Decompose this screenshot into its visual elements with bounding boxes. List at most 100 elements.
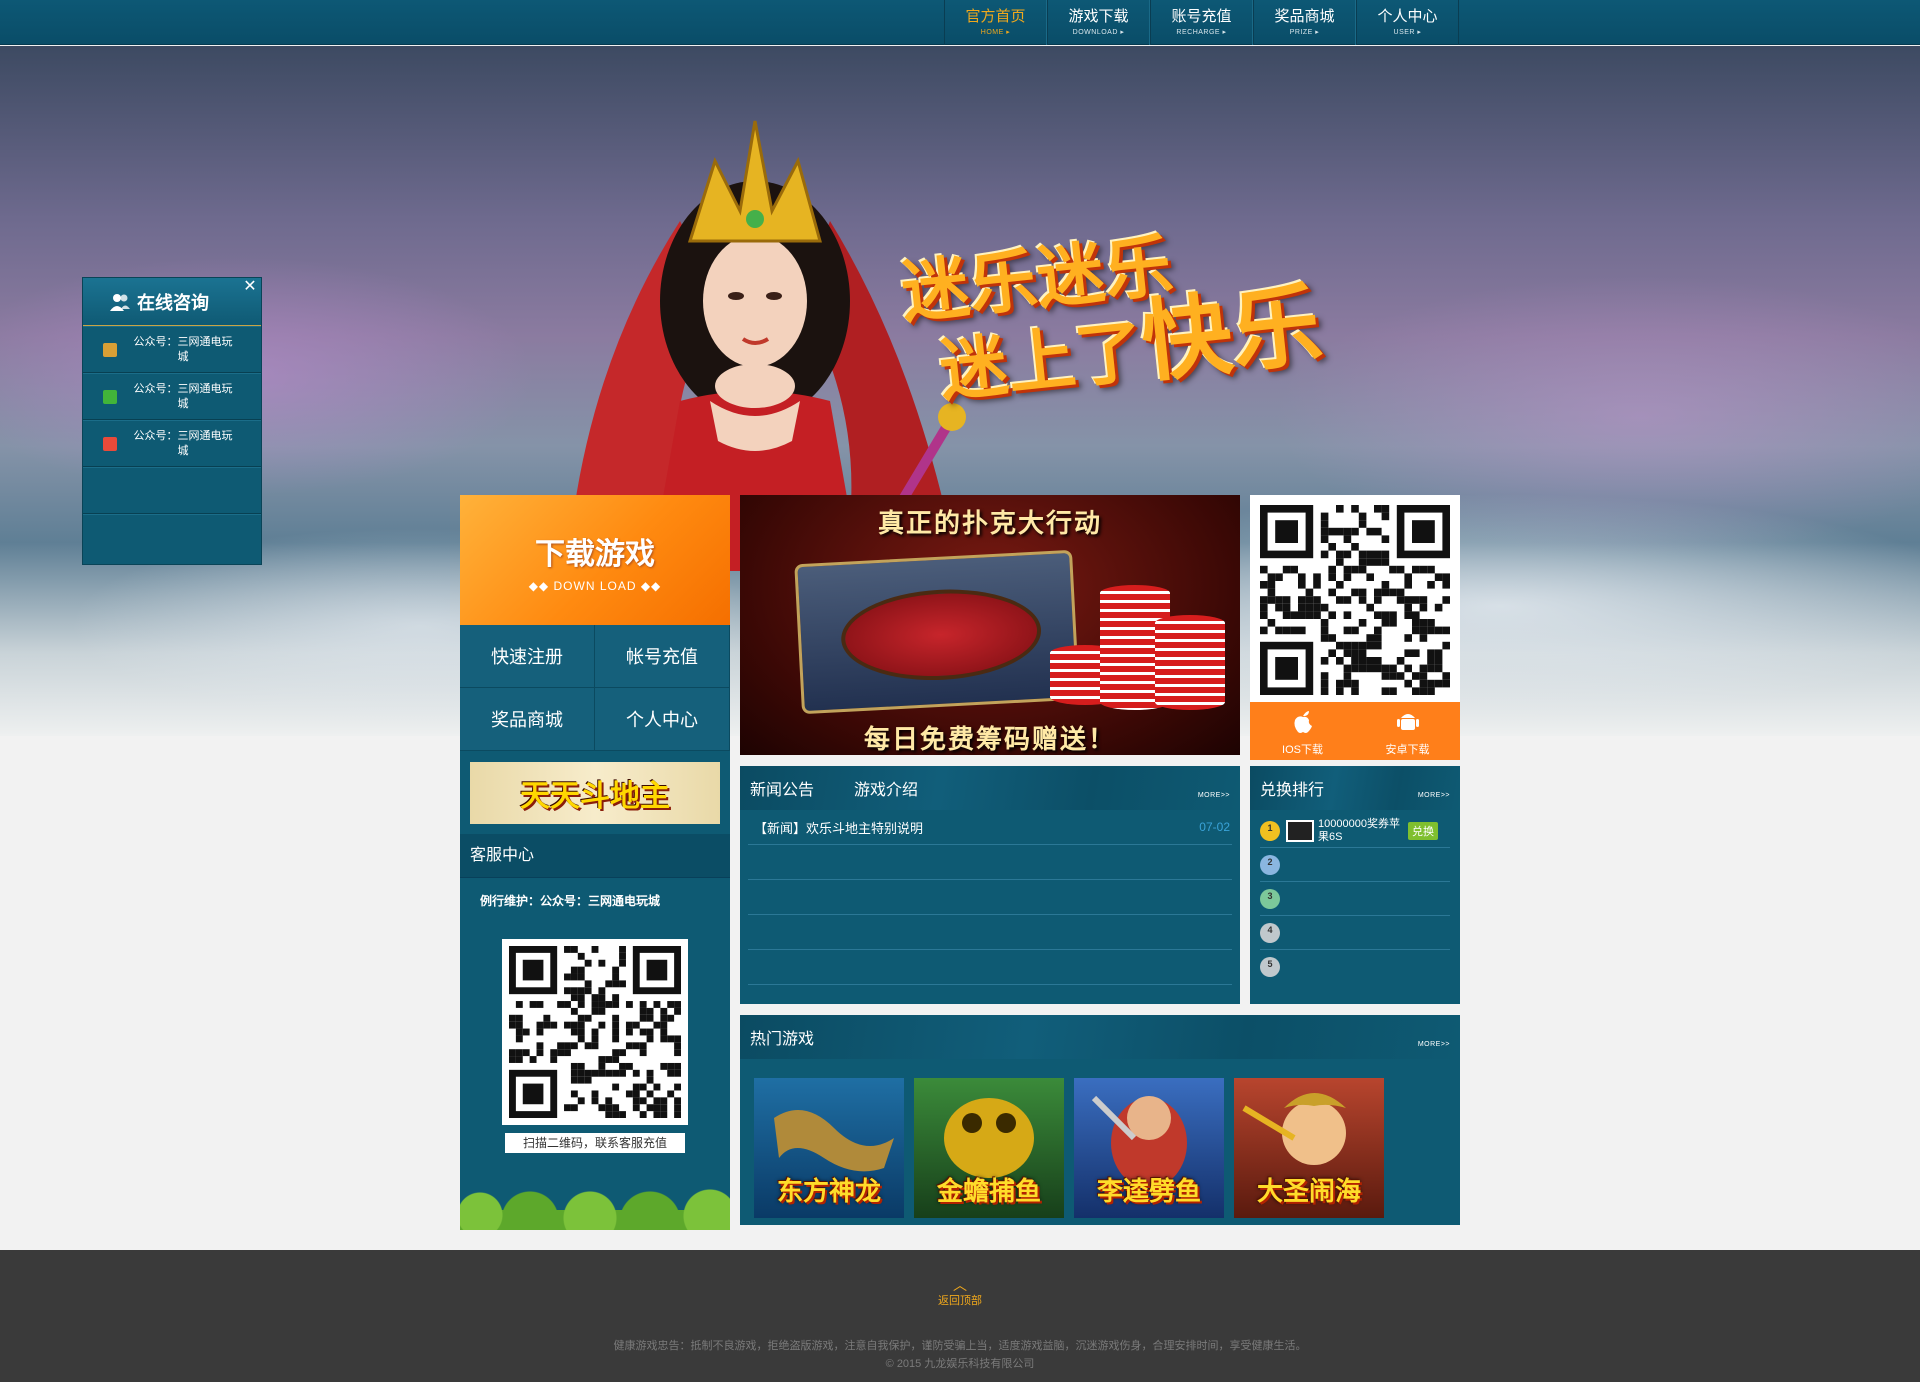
- tab-game-intro[interactable]: 游戏介绍: [854, 776, 918, 800]
- nav-home-sub: HOME ▸: [980, 29, 1011, 36]
- consult-item-qq[interactable]: 公众号：三网通电玩城: [83, 326, 261, 373]
- nav-download-label: 游戏下载: [1068, 8, 1129, 25]
- quick-user-button[interactable]: 个人中心: [595, 688, 730, 751]
- table-row: 2: [1260, 848, 1450, 882]
- consult-item-text: 公众号：三网通电玩城: [133, 335, 233, 363]
- banner-tagline: 每日免费筹码赠送！: [863, 724, 1116, 754]
- news-more-link[interactable]: MORE>>: [1198, 792, 1230, 799]
- main-nav: 官方首页 HOME ▸ 游戏下载 DOWNLOAD ▸ 账号充值 RECHARG…: [944, 0, 1459, 45]
- quick-links: 快速注册 帐号充值 奖品商城 个人中心: [460, 625, 730, 751]
- medal-icon: 2: [1260, 854, 1280, 875]
- table-row: 1 10000000奖券苹果6S 兑换: [1260, 814, 1450, 848]
- list-item: [748, 950, 1232, 985]
- news-panel: 新闻公告 游戏介绍 MORE>> 【新闻】欢乐斗地主特别说明 07-02: [740, 766, 1240, 1004]
- table-row: 3: [1260, 882, 1450, 916]
- quick-recharge-button[interactable]: 帐号充值: [595, 625, 730, 688]
- game-name: 东方神龙: [776, 1177, 881, 1207]
- exchange-button[interactable]: 兑换: [1408, 821, 1438, 840]
- close-icon[interactable]: ✕: [241, 278, 259, 296]
- game-card-dragon[interactable]: 东方神龙: [754, 1078, 904, 1218]
- slogan-line-2a: 迷上了: [936, 312, 1148, 413]
- poker-table-felt: [838, 584, 1044, 685]
- list-item: [748, 915, 1232, 950]
- consult-item-wechat[interactable]: 公众号：三网通电玩城: [83, 373, 261, 420]
- nav-download-sub: DOWNLOAD ▸: [1072, 29, 1125, 36]
- nav-prize[interactable]: 奖品商城 PRIZE ▸: [1253, 0, 1356, 45]
- slogan-line-2b: 快乐: [1136, 272, 1327, 396]
- qr-code-graphic: [509, 946, 681, 1118]
- nav-recharge[interactable]: 账号充值 RECHARGE ▸: [1150, 0, 1253, 45]
- table-row: 4: [1260, 916, 1450, 950]
- list-item: [748, 845, 1232, 880]
- nav-prize-sub: PRIZE ▸: [1289, 29, 1320, 36]
- consult-title: 在线咨询: [137, 292, 209, 313]
- list-item: [748, 880, 1232, 915]
- android-download-button[interactable]: 安卓下载: [1355, 702, 1460, 760]
- copyright: © 2015 九龙娱乐科技有限公司: [885, 1358, 1035, 1370]
- service-qr-code: [502, 939, 688, 1125]
- hot-games-panel: 热门游戏 MORE>> 东方神龙 金蟾捕鱼 李逵劈鱼 大圣闹海: [740, 1015, 1460, 1225]
- ddz-banner-title: 天天斗地主: [520, 779, 670, 814]
- game-card-likui[interactable]: 李逵劈鱼: [1074, 1078, 1224, 1218]
- medal-icon: 5: [1260, 957, 1280, 977]
- consult-item-text: 公众号：三网通电玩城: [133, 429, 233, 457]
- chip-stacks-image: [1040, 565, 1230, 715]
- medal-rank: 2: [1267, 856, 1273, 867]
- news-list: 【新闻】欢乐斗地主特别说明 07-02: [740, 810, 1240, 985]
- nav-user-label: 个人中心: [1377, 8, 1438, 25]
- hot-games-list: 东方神龙 金蟾捕鱼 李逵劈鱼 大圣闹海: [740, 1078, 1460, 1218]
- game-name: 大圣闹海: [1256, 1177, 1361, 1207]
- nav-user[interactable]: 个人中心 USER ▸: [1356, 0, 1459, 45]
- app-download-card: IOS下载 安卓下载: [1250, 495, 1460, 760]
- download-game-label: 下载游戏: [535, 538, 655, 571]
- page-footer: ︿ 返回顶部 健康游戏忠告：抵制不良游戏，拒绝盗版游戏，注意自我保护，谨防受骗上…: [0, 1250, 1920, 1382]
- apple-icon: [1293, 711, 1312, 733]
- poker-table-image: [794, 549, 1080, 715]
- list-item[interactable]: 【新闻】欢乐斗地主特别说明 07-02: [748, 810, 1232, 845]
- medal-icon: 4: [1260, 922, 1280, 943]
- ddz-game-banner[interactable]: 天天斗地主: [470, 762, 720, 824]
- rank-more-link[interactable]: MORE>>: [1418, 792, 1450, 799]
- hot-panel-header: 热门游戏 MORE>>: [740, 1015, 1460, 1059]
- table-row: 5: [1260, 950, 1450, 984]
- consult-header: 在线咨询 ✕: [83, 278, 261, 326]
- ios-download-button[interactable]: IOS下载: [1250, 702, 1355, 760]
- medal-rank: 5: [1267, 959, 1273, 969]
- hot-more-link[interactable]: MORE>>: [1418, 1041, 1450, 1048]
- banner-headline: 真正的扑克大行动: [877, 508, 1102, 538]
- promo-poker-banner[interactable]: 真正的扑克大行动 每日免费筹码赠送！: [740, 495, 1240, 755]
- qr-caption: 扫描二维码，联系客服充值: [505, 1133, 685, 1153]
- tab-news[interactable]: 新闻公告: [750, 776, 814, 800]
- hot-games-title: 热门游戏: [750, 1031, 815, 1048]
- news-date: 07-02: [1199, 820, 1230, 834]
- game-card-monkey-king[interactable]: 大圣闹海: [1234, 1078, 1384, 1218]
- prize-name: 10000000奖券苹果6S: [1318, 817, 1400, 843]
- quick-register-button[interactable]: 快速注册: [460, 625, 595, 688]
- ios-download-label: IOS下载: [1282, 744, 1323, 756]
- prize-thumbnail: [1286, 819, 1314, 842]
- quick-prize-button[interactable]: 奖品商城: [460, 688, 595, 751]
- news-panel-header: 新闻公告 游戏介绍 MORE>>: [740, 766, 1240, 810]
- health-notice: 健康游戏忠告：抵制不良游戏，拒绝盗版游戏，注意自我保护，谨防受骗上当，适度游戏益…: [613, 1340, 1307, 1352]
- nav-user-sub: USER ▸: [1393, 29, 1422, 36]
- nav-download[interactable]: 游戏下载 DOWNLOAD ▸: [1047, 0, 1150, 45]
- game-card-toad[interactable]: 金蟾捕鱼: [914, 1078, 1064, 1218]
- online-consult-panel: 在线咨询 ✕ 公众号：三网通电玩城 公众号：三网通电玩城 公众号：三网通电玩城: [82, 277, 262, 565]
- exchange-ranking-panel: 兑换排行 MORE>> 1 10000000奖券苹果6S 兑换 2 3 4 5: [1250, 766, 1460, 1004]
- weibo-icon: [103, 436, 117, 451]
- news-title: 【新闻】欢乐斗地主特别说明: [754, 820, 924, 836]
- grass-decoration: [460, 1170, 730, 1230]
- nav-home[interactable]: 官方首页 HOME ▸: [944, 0, 1047, 45]
- rank-panel-header: 兑换排行 MORE>>: [1250, 766, 1460, 810]
- download-game-button[interactable]: 下载游戏 ◆◆ DOWN LOAD ◆◆: [460, 495, 730, 625]
- medal-rank: 4: [1267, 924, 1273, 935]
- nav-home-label: 官方首页: [965, 8, 1026, 25]
- android-icon: [1396, 714, 1419, 730]
- service-center-title: 客服中心: [460, 834, 730, 878]
- medal-icon: 1: [1260, 820, 1280, 841]
- nav-recharge-sub: RECHARGE ▸: [1176, 29, 1227, 36]
- back-to-top-button[interactable]: ︿ 返回顶部: [930, 1278, 990, 1308]
- consult-item-weibo[interactable]: 公众号：三网通电玩城: [83, 420, 261, 467]
- app-qr-code: [1260, 505, 1450, 695]
- consult-item-empty: [83, 467, 261, 514]
